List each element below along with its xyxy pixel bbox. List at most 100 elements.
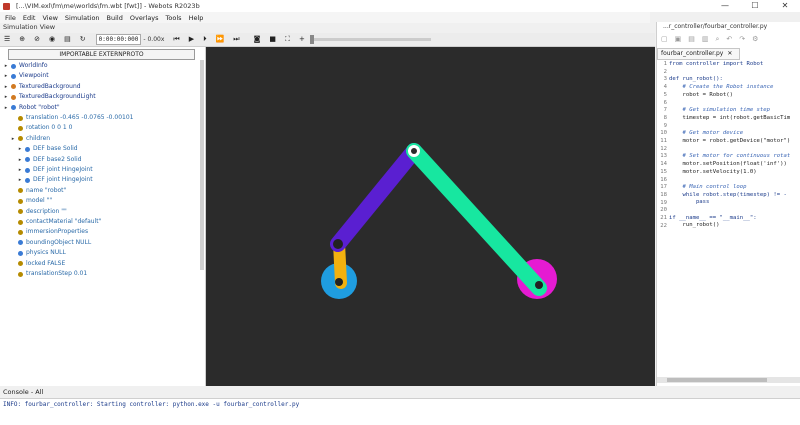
3d-viewport[interactable] (206, 47, 655, 386)
line-number: 3 (663, 76, 667, 83)
code-area[interactable]: 1 2 3 4 5 6 7 8 9 10 11 12 13 14 15 16 17 18 19 20 21 22 from… (657, 61, 800, 381)
menu-build[interactable]: Build (107, 14, 123, 22)
scene-tree-row[interactable]: ▸ Viewpoint (3, 71, 49, 81)
scene-tree-row[interactable]: ▸ TexturedBackground (3, 82, 81, 92)
save-all-icon[interactable]: ▥ (702, 35, 709, 44)
line-number: 20 (660, 207, 667, 214)
scene-tree-row[interactable]: model "" (10, 196, 52, 206)
menu-edit[interactable]: Edit (23, 14, 36, 22)
reload-icon[interactable]: ↻ (80, 33, 86, 46)
record-icon[interactable]: ■ (269, 33, 276, 46)
line-number: 5 (663, 91, 667, 98)
scene-tree-row[interactable]: ▸ children (10, 134, 50, 144)
screenshot-icon[interactable]: ◙ (254, 33, 261, 46)
editor-horizontal-scrollbar[interactable] (657, 377, 800, 383)
step-icon[interactable]: ⏵ (203, 33, 207, 46)
scene-tree-row[interactable]: ▸ TexturedBackgroundLight (3, 92, 96, 102)
node-type-icon (25, 177, 30, 183)
scene-tree-row[interactable]: boundingObject NULL (10, 238, 91, 248)
line-number: 14 (660, 161, 667, 168)
expand-arrow-icon[interactable]: ▸ (17, 175, 23, 185)
expand-arrow-icon[interactable]: ▸ (10, 134, 16, 144)
scene-tree-row[interactable]: contactMaterial "default" (10, 217, 101, 227)
title-bar: [...\VIM.exl\fm\me\worlds\fm.wbt [fwt]] … (0, 0, 800, 12)
scene-tree-row[interactable]: ▸ DEF joint HingeJoint (17, 175, 93, 185)
scene-tree-scrollbar[interactable] (200, 60, 204, 270)
menu-help[interactable]: Help (189, 14, 204, 22)
scene-tree-row[interactable]: rotation 0 0 1 0 (10, 123, 72, 133)
close-tab-icon[interactable]: ✕ (727, 50, 732, 57)
plus-icon[interactable]: + (299, 33, 305, 46)
scene-tree-row[interactable]: description "" (10, 207, 67, 217)
top-joint-pin (411, 148, 417, 154)
add-node-icon[interactable]: ⊕ (19, 33, 25, 46)
scene-tree-row[interactable]: ▸ Robot "robot" (3, 103, 60, 113)
undo-icon[interactable]: ↶ (726, 35, 732, 44)
menu-simulation[interactable]: Simulation (65, 14, 100, 22)
importable-externproto-button[interactable]: IMPORTABLE EXTERNPROTO (8, 49, 195, 60)
minimize-button[interactable]: — (710, 0, 740, 12)
scene-tree-row[interactable]: name "robot" (10, 186, 66, 196)
code-line: def run_robot(): (669, 76, 723, 83)
editor-tab-label: fourbar_controller.py (661, 50, 724, 57)
menu-overlays[interactable]: Overlays (130, 14, 159, 22)
settings-icon[interactable]: ⚙ (752, 35, 758, 44)
scene-tree-row[interactable]: ▸ DEF joint HingeJoint (17, 165, 93, 175)
maximize-button[interactable]: ☐ (740, 0, 770, 12)
run-fast-icon[interactable]: ⏩ (216, 33, 225, 46)
line-number: 15 (660, 168, 667, 175)
console-tab[interactable]: Console - All (0, 387, 800, 397)
code-line: from controller import Robot (669, 61, 764, 67)
scene-tree-label: boundingObject NULL (26, 238, 92, 246)
save-icon[interactable]: ▤ (64, 33, 71, 46)
fast-forward-icon[interactable]: ⏭ (233, 33, 239, 46)
close-window-button[interactable]: ✕ (770, 0, 800, 12)
slider-handle[interactable] (309, 35, 314, 44)
node-type-icon (18, 240, 23, 246)
play-icon[interactable]: ▶ (189, 33, 194, 46)
fullscreen-icon[interactable]: ⛶ (285, 33, 290, 46)
time-slider[interactable] (309, 35, 431, 44)
step-back-icon[interactable]: ⏮ (173, 33, 179, 46)
scene-tree-row[interactable]: locked FALSE (10, 259, 65, 269)
expand-arrow-icon[interactable]: ▸ (3, 103, 9, 113)
scene-tree-row[interactable]: ▸ DEF base Solid (17, 144, 78, 154)
line-number: 11 (660, 138, 667, 145)
console-output-line: INFO: fourbar_controller: Starting contr… (3, 401, 300, 408)
scene-tree-row[interactable]: translationStep 0.01 (10, 269, 87, 279)
code-line: pass (669, 199, 710, 206)
code-text[interactable]: from controller import Robot def run_robo… (669, 61, 790, 230)
expand-arrow-icon[interactable]: ▸ (3, 82, 9, 92)
scene-tree-row[interactable]: immersionProperties (10, 227, 88, 237)
save-file-icon[interactable]: ▤ (688, 35, 695, 44)
redo-icon[interactable]: ↷ (739, 35, 745, 44)
menu-tools[interactable]: Tools (166, 14, 182, 22)
editor-tab[interactable]: fourbar_controller.py ✕ (657, 48, 740, 60)
scene-tree-label: children (26, 134, 51, 142)
menu-view[interactable]: View (42, 14, 57, 22)
open-file-icon[interactable]: ▣ (675, 35, 682, 44)
new-file-icon[interactable]: ▢ (661, 35, 668, 44)
scene-tree-row[interactable]: ▸ WorldInfo (3, 61, 48, 71)
expand-arrow-icon[interactable]: ▸ (3, 92, 9, 102)
view-icon[interactable]: ◉ (49, 33, 55, 46)
open-icon[interactable]: ⊘ (34, 33, 40, 46)
scrollbar-thumb[interactable] (667, 378, 767, 382)
scene-tree-row[interactable]: physics NULL (10, 248, 66, 258)
menu-file[interactable]: File (5, 14, 16, 22)
expand-arrow-icon[interactable]: ▸ (3, 61, 9, 71)
expand-arrow-icon[interactable]: ▸ (17, 165, 23, 175)
scene-tree-label: model "" (26, 197, 53, 205)
scene-tree-label: translationStep 0.01 (26, 270, 88, 277)
expand-arrow-icon[interactable]: ▸ (3, 71, 9, 81)
menu-icon[interactable]: ☰ (4, 33, 10, 46)
scene-tree-row[interactable]: translation -0.465 -0.0765 -0.00101 (10, 113, 133, 123)
scene-tree-row[interactable]: ▸ DEF base2 Solid (17, 155, 82, 165)
code-line: # Get simulation time step (669, 107, 771, 114)
expand-arrow-icon[interactable]: ▸ (17, 144, 23, 154)
node-type-icon (11, 73, 16, 79)
code-line: while robot.step(timestep) != - (669, 191, 787, 198)
expand-arrow-icon[interactable]: ▸ (17, 155, 23, 165)
find-icon[interactable]: ⌕ (716, 35, 720, 44)
